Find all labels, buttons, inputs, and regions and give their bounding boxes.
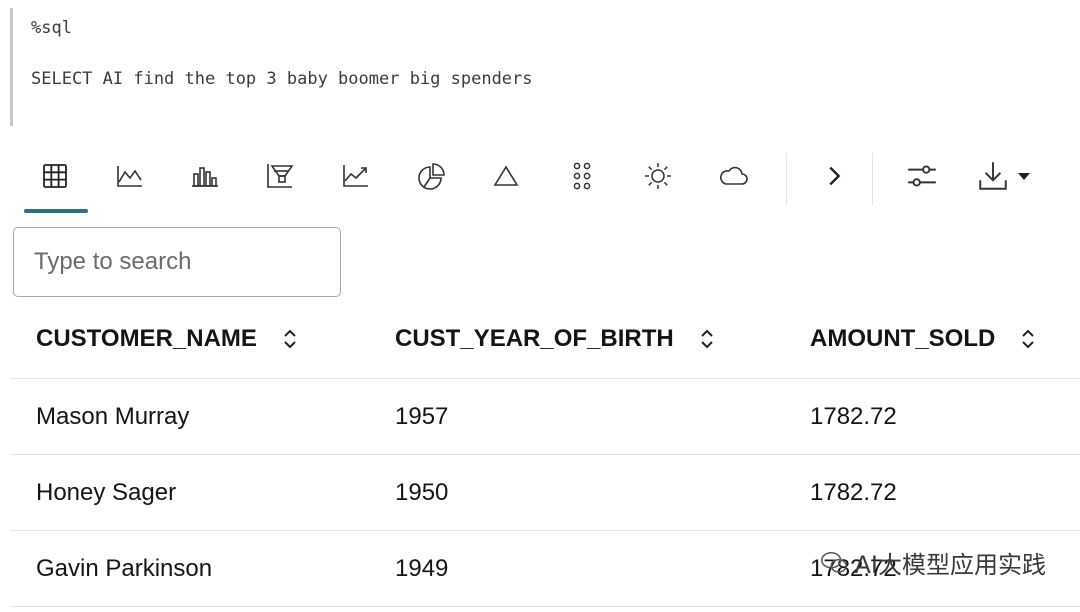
pyramid-icon [493,165,519,186]
table-header-row: CUSTOMER_NAME CUST_YEAR_OF_BIRTH AMOUNT_… [10,300,1080,379]
cloud-icon [720,166,748,185]
column-header-label: CUSTOMER_NAME [36,325,257,352]
dot-grid-button[interactable] [549,147,615,205]
table-icon [43,164,67,188]
area-chart-icon [343,165,368,187]
cell-amount-sold: 1782.72 [810,478,897,506]
cell-customer-name: Gavin Parkinson [36,554,213,582]
watermark: AI大模型应用实践 [819,545,1047,580]
area-chart-button[interactable] [323,147,389,205]
code-line-query: SELECT AI find the top 3 baby boomer big… [31,69,533,89]
chat-bubble-icon [820,551,847,573]
code-editor[interactable]: %sql SELECT AI find the top 3 baby boome… [10,8,1070,126]
pyramid-chart-button[interactable] [473,147,539,205]
pie-chart-button[interactable] [398,147,464,205]
line-chart-icon [117,166,142,187]
caret-down-icon [1018,173,1030,180]
bar-chart-icon [192,167,218,187]
column-header-customer-name[interactable]: CUSTOMER_NAME [36,300,299,378]
visualization-toolbar [20,147,1070,215]
download-icon [979,162,1007,190]
settings-button[interactable] [896,147,948,205]
pie-chart-icon [418,163,445,190]
dot-grid-icon [573,162,591,190]
sun-icon [645,163,671,189]
line-chart-button[interactable] [97,147,163,205]
watermark-text: AI大模型应用实践 [854,551,1047,579]
sliders-icon [908,165,936,187]
table-row[interactable]: Mason Murray 1957 1782.72 [10,379,1080,455]
column-header-label: AMOUNT_SOLD [810,325,996,352]
sort-icon[interactable] [698,327,716,351]
sort-icon[interactable] [281,327,299,351]
table-row[interactable]: Honey Sager 1950 1782.72 [10,455,1080,531]
cell-customer-name: Mason Murray [36,402,190,430]
column-header-cust-year-of-birth[interactable]: CUST_YEAR_OF_BIRTH [395,300,716,378]
column-header-label: CUST_YEAR_OF_BIRTH [395,325,674,352]
download-menu-button[interactable] [968,147,1040,205]
funnel-chart-button[interactable] [247,147,313,205]
sort-icon[interactable] [1019,327,1037,351]
chevron-right-icon [829,166,841,186]
cell-year-of-birth: 1950 [395,478,449,506]
bar-chart-button[interactable] [172,147,238,205]
column-header-amount-sold[interactable]: AMOUNT_SOLD [810,300,1037,378]
more-visualizations-button[interactable] [810,147,858,205]
cell-year-of-birth: 1949 [395,554,449,582]
toolbar-divider [872,153,873,205]
search-input[interactable] [13,227,341,297]
code-line-magic: %sql [31,18,72,38]
funnel-chart-icon [267,164,294,188]
cell-customer-name: Honey Sager [36,478,177,506]
cell-amount-sold: 1782.72 [810,402,897,430]
sun-chart-button[interactable] [625,147,691,205]
cell-year-of-birth: 1957 [395,402,449,430]
toolbar-divider [786,153,787,205]
table-view-button[interactable] [22,147,88,213]
word-cloud-button[interactable] [700,147,766,205]
